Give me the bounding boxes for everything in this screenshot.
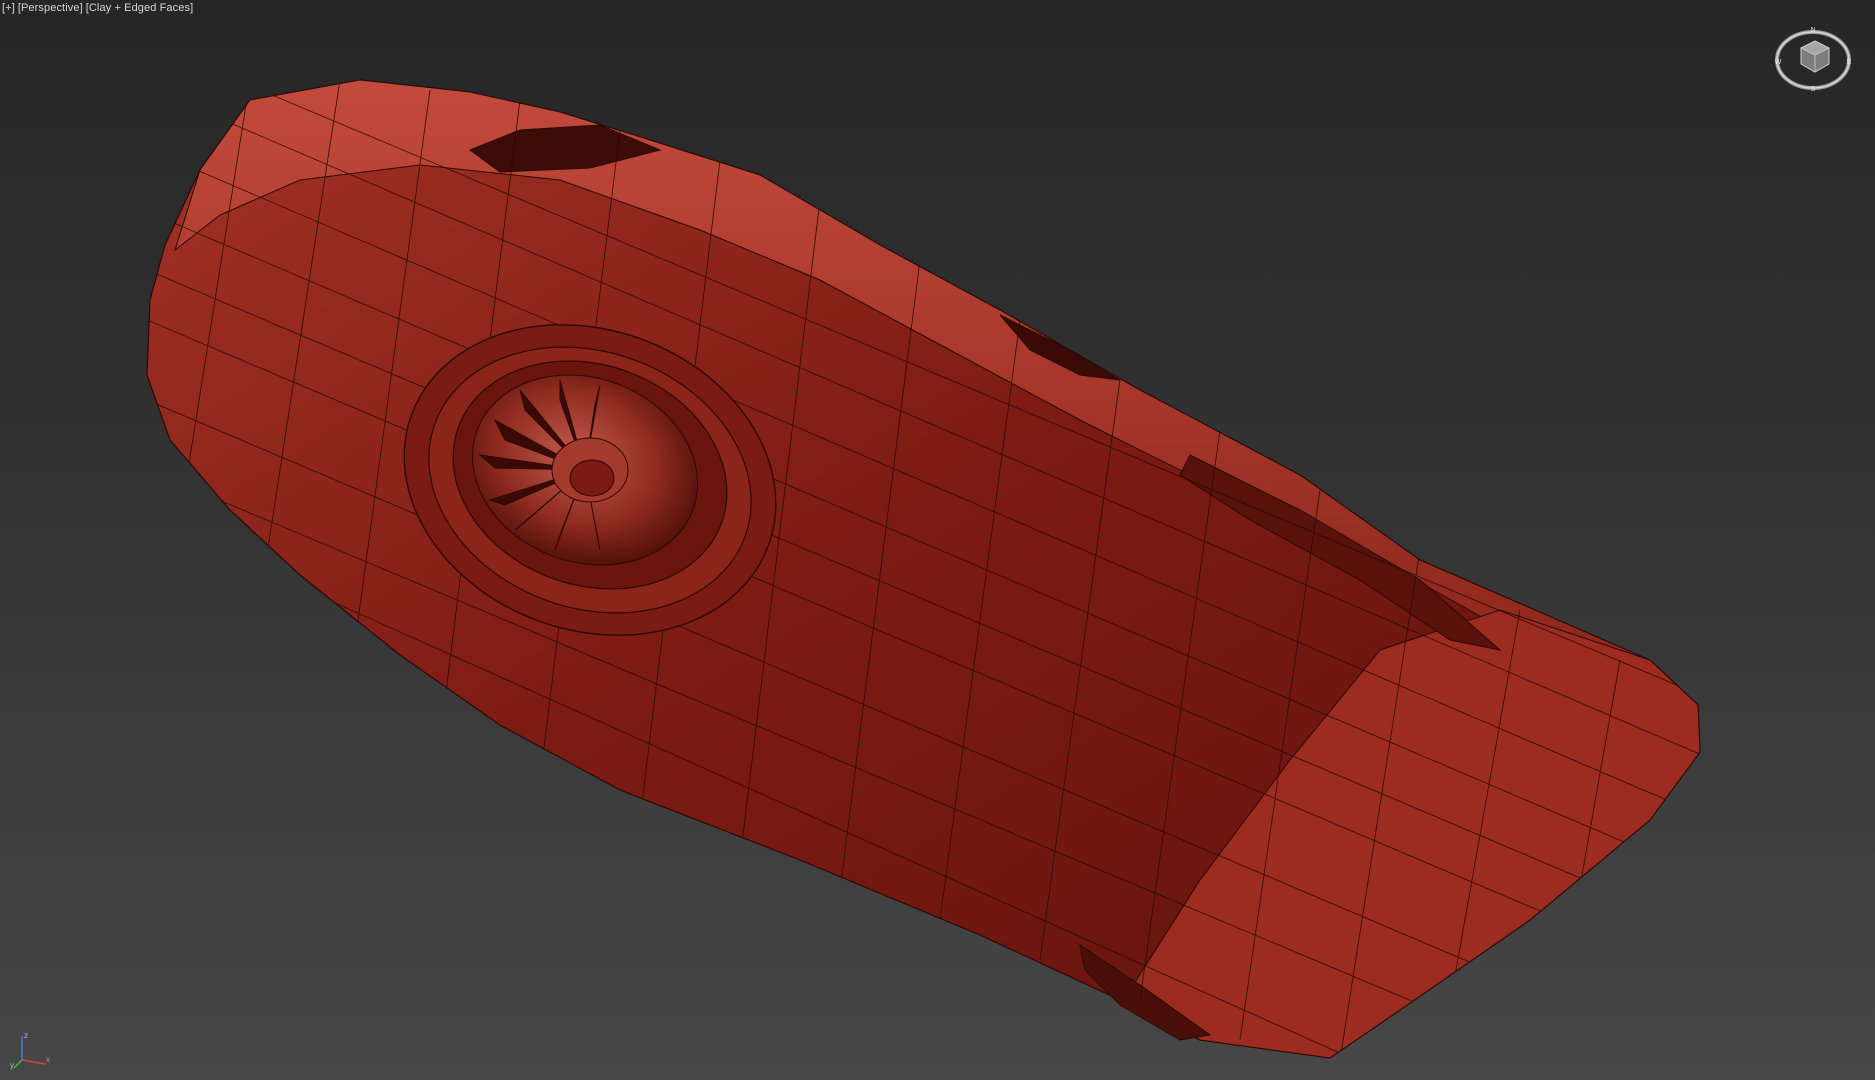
viewport-shading-menu[interactable]: Clay + Edged Faces: [86, 2, 193, 14]
viewcube-compass-w: W: [1775, 59, 1782, 66]
viewcube-compass-s: S: [1811, 86, 1816, 92]
axis-x-line: [21, 1059, 47, 1065]
axis-tripod-icon: z x y: [10, 1031, 50, 1070]
viewport-general-menu[interactable]: +: [2, 2, 15, 14]
viewcube-compass-n: N: [1810, 27, 1815, 34]
scene-canvas[interactable]: [0, 0, 1875, 1080]
axis-z-label: z: [24, 1031, 28, 1040]
viewcube-compass-e: E: [1847, 59, 1852, 66]
axis-y-line: [13, 1059, 23, 1069]
perspective-viewport[interactable]: + Perspective Clay + Edged Faces N E S W…: [0, 0, 1875, 1080]
viewcube-icon[interactable]: N E S W: [1773, 24, 1853, 92]
viewport-point-of-view-menu[interactable]: Perspective: [18, 2, 83, 14]
viewport-label-menu[interactable]: + Perspective Clay + Edged Faces: [2, 1, 193, 15]
axis-y-label: y: [10, 1061, 14, 1070]
axis-x-label: x: [46, 1055, 50, 1064]
